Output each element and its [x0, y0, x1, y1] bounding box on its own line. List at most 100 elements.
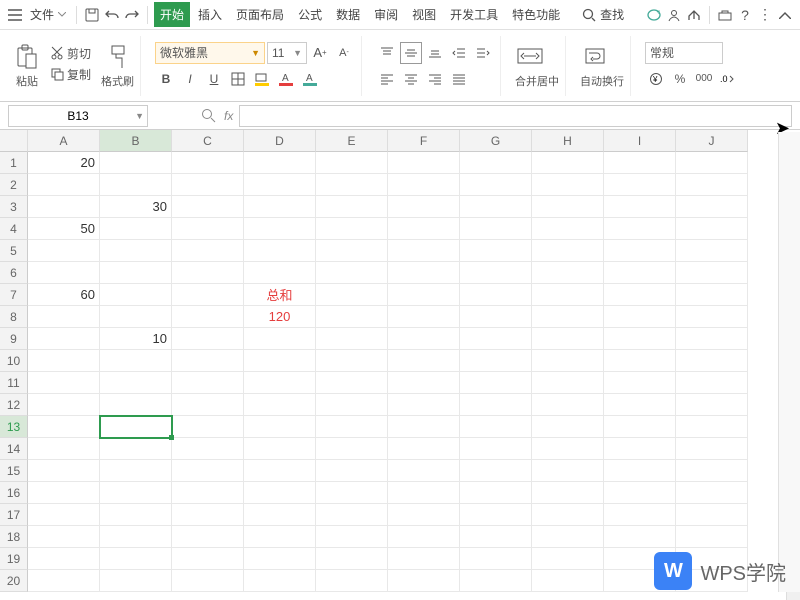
cell[interactable] [28, 372, 100, 394]
cell[interactable] [388, 570, 460, 592]
share-icon[interactable] [685, 6, 703, 24]
paste-label[interactable]: 粘贴 [14, 73, 40, 89]
cell[interactable] [100, 482, 172, 504]
search-icon[interactable] [580, 6, 598, 24]
cell[interactable] [388, 350, 460, 372]
cell[interactable] [388, 152, 460, 174]
wrap-icon[interactable] [580, 43, 610, 69]
cell[interactable] [460, 262, 532, 284]
cell[interactable] [460, 240, 532, 262]
cell[interactable] [460, 482, 532, 504]
cell[interactable] [172, 548, 244, 570]
cell[interactable] [28, 548, 100, 570]
cell[interactable] [172, 394, 244, 416]
cell[interactable] [532, 218, 604, 240]
copy-button[interactable]: 复制 [46, 64, 95, 85]
cell[interactable] [244, 416, 316, 438]
cell[interactable] [28, 526, 100, 548]
row-header[interactable]: 17 [0, 504, 28, 526]
cell[interactable] [532, 174, 604, 196]
decimal-inc-icon[interactable]: .0 [717, 68, 739, 90]
zoom-icon[interactable] [200, 107, 218, 125]
row-header[interactable]: 18 [0, 526, 28, 548]
row-header[interactable]: 20 [0, 570, 28, 592]
cell[interactable] [172, 482, 244, 504]
cell[interactable] [532, 394, 604, 416]
cell[interactable] [172, 328, 244, 350]
cell[interactable] [172, 262, 244, 284]
row-header[interactable]: 19 [0, 548, 28, 570]
cell[interactable] [244, 218, 316, 240]
cell[interactable] [388, 240, 460, 262]
cell[interactable] [100, 526, 172, 548]
cell[interactable] [388, 526, 460, 548]
cell[interactable] [244, 196, 316, 218]
cell[interactable] [676, 372, 748, 394]
cell[interactable]: 20 [28, 152, 100, 174]
cell[interactable] [244, 482, 316, 504]
cell[interactable] [460, 218, 532, 240]
align-left-icon[interactable] [376, 68, 398, 90]
merge-label[interactable]: 合并居中 [515, 73, 559, 89]
cell[interactable] [532, 504, 604, 526]
cell[interactable] [388, 328, 460, 350]
cell[interactable] [316, 394, 388, 416]
italic-icon[interactable]: I [179, 68, 201, 90]
align-bottom-icon[interactable] [424, 42, 446, 64]
cell[interactable] [460, 504, 532, 526]
cell[interactable] [316, 328, 388, 350]
tab-home[interactable]: 开始 [154, 2, 190, 27]
file-menu[interactable]: 文件 [26, 4, 70, 25]
cell[interactable] [460, 570, 532, 592]
cell[interactable] [676, 262, 748, 284]
cell[interactable] [676, 482, 748, 504]
cell[interactable]: 30 [100, 196, 172, 218]
highlight-icon[interactable]: A [299, 68, 321, 90]
cell[interactable] [172, 570, 244, 592]
cell[interactable] [244, 262, 316, 284]
row-header[interactable]: 8 [0, 306, 28, 328]
cell[interactable] [460, 152, 532, 174]
cell[interactable] [172, 416, 244, 438]
cell[interactable] [460, 328, 532, 350]
cell[interactable] [388, 306, 460, 328]
cell[interactable] [676, 328, 748, 350]
cell[interactable] [460, 548, 532, 570]
cell[interactable] [172, 526, 244, 548]
cell[interactable] [172, 284, 244, 306]
cell[interactable] [244, 438, 316, 460]
cell[interactable] [460, 174, 532, 196]
cell[interactable] [604, 504, 676, 526]
row-header[interactable]: 11 [0, 372, 28, 394]
cell[interactable] [676, 152, 748, 174]
collapse-icon[interactable] [776, 6, 794, 24]
menu-icon[interactable] [6, 6, 24, 24]
cell[interactable] [532, 306, 604, 328]
row-header[interactable]: 9 [0, 328, 28, 350]
row-header[interactable]: 6 [0, 262, 28, 284]
cell[interactable] [244, 240, 316, 262]
cell[interactable] [244, 504, 316, 526]
cell[interactable] [460, 306, 532, 328]
border-icon[interactable] [227, 68, 249, 90]
cell[interactable] [28, 306, 100, 328]
cell[interactable] [100, 548, 172, 570]
cell[interactable] [604, 284, 676, 306]
cell[interactable] [100, 504, 172, 526]
cell[interactable] [100, 306, 172, 328]
cell[interactable] [532, 152, 604, 174]
row-header[interactable]: 2 [0, 174, 28, 196]
cell[interactable] [244, 152, 316, 174]
cell[interactable] [532, 416, 604, 438]
cell[interactable] [316, 526, 388, 548]
cell[interactable] [604, 394, 676, 416]
row-header[interactable]: 7 [0, 284, 28, 306]
cell[interactable] [388, 262, 460, 284]
col-header[interactable]: B [100, 130, 172, 152]
cell[interactable] [100, 416, 172, 438]
cell[interactable] [172, 438, 244, 460]
cell[interactable] [28, 570, 100, 592]
cell[interactable] [316, 174, 388, 196]
cell[interactable] [532, 526, 604, 548]
cell[interactable] [676, 438, 748, 460]
